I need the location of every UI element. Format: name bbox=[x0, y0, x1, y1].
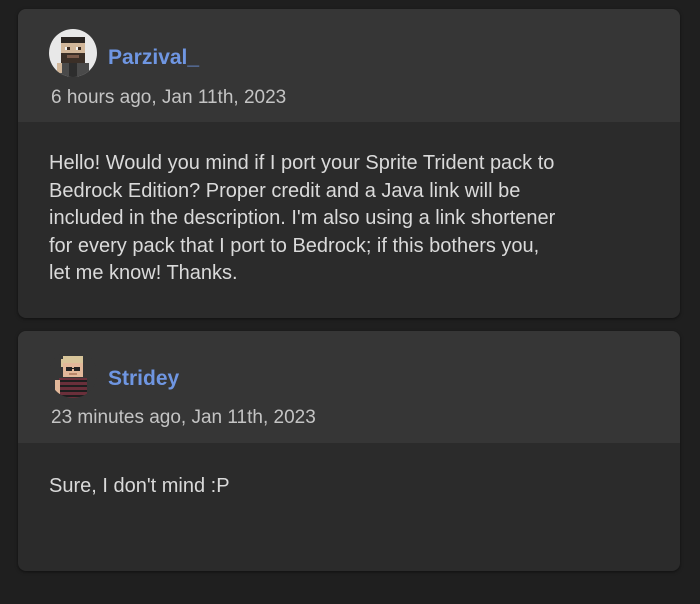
comment-card: Parzival_ 6 hours ago, Jan 11th, 2023 He… bbox=[18, 9, 680, 318]
comment-text-line: let me know! Thanks. bbox=[49, 262, 238, 284]
comment-body: Hello! Would you mind if I port your Spr… bbox=[18, 122, 680, 288]
comment-username[interactable]: Parzival_ bbox=[108, 46, 199, 70]
comment-text-line: Sure, I don't mind :P bbox=[49, 475, 230, 497]
comment-text-line: Bedrock Edition? Proper credit and a Jav… bbox=[49, 179, 521, 202]
comment-header: Stridey 23 minutes ago, Jan 11th, 2023 bbox=[18, 331, 680, 443]
comment-text-line: included in the description. I'm also us… bbox=[49, 207, 556, 229]
comment-text-line: for every pack that I port to Bedrock; i… bbox=[49, 234, 540, 257]
stridey-avatar-icon[interactable] bbox=[49, 350, 97, 398]
parzival-avatar-icon[interactable] bbox=[49, 29, 97, 77]
comment-body: Sure, I don't mind :P bbox=[18, 443, 680, 501]
comment-timestamp: 23 minutes ago, Jan 11th, 2023 bbox=[51, 407, 316, 428]
comment-card: Stridey 23 minutes ago, Jan 11th, 2023 S… bbox=[18, 331, 680, 571]
comment-header: Parzival_ 6 hours ago, Jan 11th, 2023 bbox=[18, 9, 680, 122]
comment-text-line: Hello! Would you mind if I port your Spr… bbox=[49, 152, 555, 174]
comment-timestamp: 6 hours ago, Jan 11th, 2023 bbox=[51, 87, 287, 108]
comment-username[interactable]: Stridey bbox=[108, 367, 179, 391]
